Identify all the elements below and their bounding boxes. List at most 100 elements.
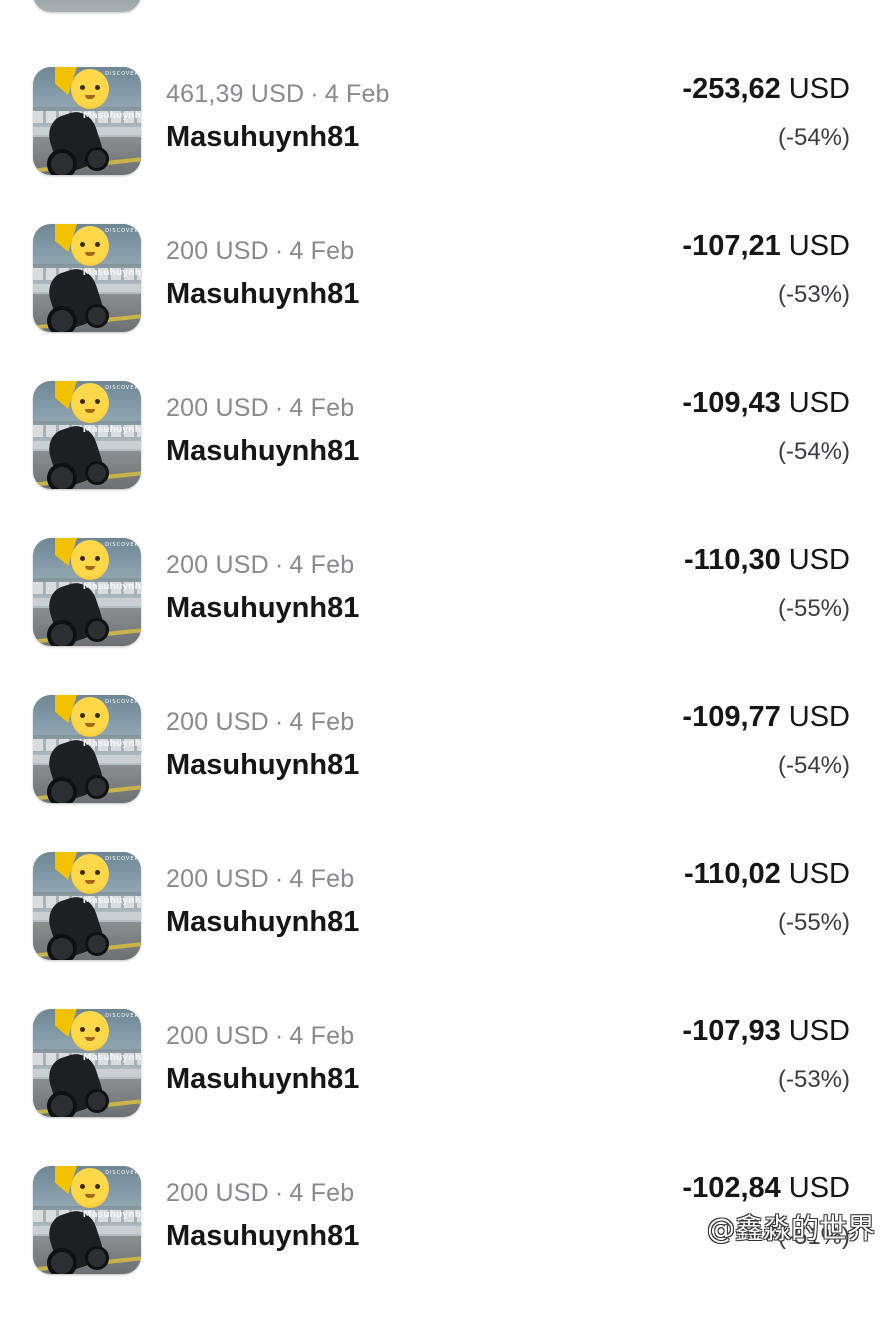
recipient-name: Masuhuynh81	[166, 1220, 360, 1252]
transaction-meta: 200 USD · 4 Feb	[166, 237, 354, 266]
thumbnail-tag: DISCOVER	[105, 1013, 139, 1019]
transaction-list: DISCOVER Masuhuynh 461,39 USD · 4 Feb Masu…	[0, 0, 885, 1280]
transaction-meta: 200 USD · 4 Feb	[166, 1022, 354, 1051]
amount-sent: 200 USD	[166, 1179, 269, 1207]
transaction-row[interactable]: DISCOVER Masuhuynh 200 USD · 4 Feb Masuhuy…	[0, 381, 885, 538]
change-value: -107,21	[682, 230, 781, 262]
change-value: -253,62	[682, 73, 781, 105]
transaction-meta: 200 USD · 4 Feb	[166, 1179, 354, 1208]
thumbnail-tag: DISCOVER	[105, 1170, 139, 1176]
recipient-name: Masuhuynh81	[166, 121, 360, 153]
change-amount: -107,21 USD	[682, 230, 850, 263]
amount-sent: 200 USD	[166, 708, 269, 736]
thumbnail-watermark: Masuhuynh	[82, 582, 141, 592]
transaction-row[interactable]: DISCOVER Masuhuynh 461,39 USD · 4 Feb Masu…	[0, 67, 885, 224]
change-amount: -110,30 USD	[684, 544, 850, 577]
recipient-name: Masuhuynh81	[166, 1063, 360, 1095]
emoji-face-icon	[71, 226, 109, 266]
emoji-face-icon	[71, 1168, 109, 1208]
change-percent: (-54%)	[777, 438, 850, 465]
thumbnail-watermark: Masuhuynh	[82, 739, 141, 749]
thumbnail-tag: DISCOVER	[105, 228, 139, 234]
change-amount: -107,93 USD	[682, 1015, 850, 1048]
change-value: -110,30	[684, 544, 781, 576]
change-value: -102,84	[682, 1172, 781, 1204]
emoji-face-icon	[71, 1011, 109, 1051]
amount-sent: 200 USD	[166, 865, 269, 893]
thumbnail-watermark: Masuhuynh	[82, 111, 141, 121]
currency: USD	[788, 1172, 850, 1204]
change-percent: (-53%)	[777, 281, 850, 308]
transaction-row[interactable]: DISCOVER Masuhuynh 200 USD · 4 Feb Masuhuy…	[0, 224, 885, 381]
change-percent: (-55%)	[777, 909, 850, 936]
currency: USD	[788, 544, 850, 576]
change-value: -109,43	[682, 387, 781, 419]
emoji-face-icon	[71, 540, 109, 580]
transaction-meta: 461,39 USD · 4 Feb	[166, 80, 390, 109]
transaction-meta: 200 USD · 4 Feb	[166, 865, 354, 894]
thumbnail-watermark: Masuhuynh	[82, 896, 141, 906]
date: 4 Feb	[289, 708, 355, 736]
recipient-name: Masuhuynh81	[166, 435, 360, 467]
emoji-face-icon	[71, 383, 109, 423]
avatar: DISCOVER Masuhuynh	[33, 224, 141, 332]
recipient-name: Masuhuynh81	[166, 906, 360, 938]
date: 4 Feb	[289, 1179, 355, 1207]
currency: USD	[788, 230, 850, 262]
amount-sent: 461,39 USD	[166, 80, 305, 108]
amount-sent: 200 USD	[166, 394, 269, 422]
change-percent: (-54%)	[777, 752, 850, 779]
avatar: DISCOVER Masuhuynh	[33, 538, 141, 646]
avatar: DISCOVER Masuhuynh	[33, 1166, 141, 1274]
separator: ·	[274, 237, 284, 265]
transaction-row[interactable]: DISCOVER Masuhuynh 200 USD · 4 Feb Masuhuy…	[0, 538, 885, 695]
date: 4 Feb	[289, 551, 355, 579]
previous-item-thumbnail[interactable]	[33, 0, 141, 12]
separator: ·	[274, 394, 284, 422]
separator: ·	[274, 708, 284, 736]
thumbnail-tag: DISCOVER	[105, 385, 139, 391]
thumbnail-tag: DISCOVER	[105, 856, 139, 862]
avatar: DISCOVER Masuhuynh	[33, 852, 141, 960]
change-value: -107,93	[682, 1015, 781, 1047]
transaction-meta: 200 USD · 4 Feb	[166, 708, 354, 737]
thumbnail-tag: DISCOVER	[105, 71, 139, 77]
separator: ·	[274, 1179, 284, 1207]
avatar: DISCOVER Masuhuynh	[33, 67, 141, 175]
change-amount: -253,62 USD	[682, 73, 850, 106]
currency: USD	[788, 701, 850, 733]
change-amount: -109,43 USD	[682, 387, 850, 420]
change-amount: -110,02 USD	[684, 858, 850, 891]
transaction-meta: 200 USD · 4 Feb	[166, 394, 354, 423]
transaction-row[interactable]: DISCOVER Masuhuynh 200 USD · 4 Feb Masuhuy…	[0, 1009, 885, 1166]
recipient-name: Masuhuynh81	[166, 592, 360, 624]
change-value: -109,77	[682, 701, 781, 733]
change-percent: (-55%)	[777, 595, 850, 622]
thumbnail-watermark: Masuhuynh	[82, 425, 141, 435]
amount-sent: 200 USD	[166, 237, 269, 265]
thumbnail-watermark: Masuhuynh	[82, 268, 141, 278]
currency: USD	[788, 387, 850, 419]
recipient-name: Masuhuynh81	[166, 278, 360, 310]
date: 4 Feb	[289, 394, 355, 422]
date: 4 Feb	[289, 1022, 355, 1050]
avatar: DISCOVER Masuhuynh	[33, 381, 141, 489]
date: 4 Feb	[289, 865, 355, 893]
change-amount: -102,84 USD	[682, 1172, 850, 1205]
change-percent: (-54%)	[777, 124, 850, 151]
avatar: DISCOVER Masuhuynh	[33, 695, 141, 803]
amount-sent: 200 USD	[166, 1022, 269, 1050]
thumbnail-watermark: Masuhuynh	[82, 1210, 141, 1220]
transaction-row[interactable]: DISCOVER Masuhuynh 200 USD · 4 Feb Masuhuy…	[0, 695, 885, 852]
recipient-name: Masuhuynh81	[166, 749, 360, 781]
transaction-meta: 200 USD · 4 Feb	[166, 551, 354, 580]
date: 4 Feb	[289, 237, 355, 265]
transaction-row[interactable]: DISCOVER Masuhuynh 200 USD · 4 Feb Masuhuy…	[0, 852, 885, 1009]
emoji-face-icon	[71, 69, 109, 109]
date: 4 Feb	[324, 80, 390, 108]
currency: USD	[788, 1015, 850, 1047]
thumbnail-tag: DISCOVER	[105, 542, 139, 548]
separator: ·	[274, 865, 284, 893]
separator: ·	[274, 551, 284, 579]
source-watermark: @鑫淼的世界	[706, 1212, 875, 1245]
